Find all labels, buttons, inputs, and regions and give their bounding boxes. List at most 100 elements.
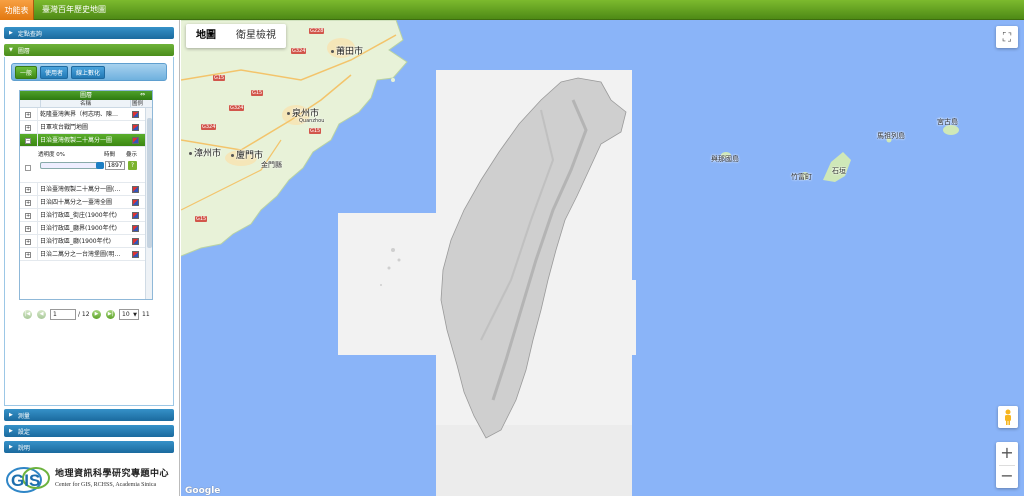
small-island [391,78,395,82]
layer-detail: 透明度 0% 時間 疊示 1897? [20,147,145,183]
map-label-zhangzhou: 漳州市 [189,146,221,159]
zoom-in-button[interactable]: + [996,442,1018,465]
highway-shield: G324 [229,105,245,111]
caret-right-icon: ▶ [9,428,13,434]
expand-icon[interactable]: + [25,226,31,232]
slider-handle[interactable] [96,162,104,169]
map-base [181,20,959,496]
visible-label: 疊示 [126,152,138,158]
caret-right-icon: ▶ [9,30,13,36]
page-size-select[interactable]: 10 ▼ [119,309,139,320]
expand-icon[interactable]: + [25,112,31,118]
collapse-icon[interactable]: − [25,138,31,144]
record-total: 11 [142,311,150,318]
accordion-query-label: 定點查詢 [17,30,42,38]
expand-icon[interactable]: + [25,239,31,245]
small-island [383,57,389,63]
prev-page-icon[interactable]: ◀ [37,310,46,319]
layer-checkbox[interactable] [25,165,31,171]
map-type-roadmap[interactable]: 地圖 [186,24,226,48]
map-type-satellite[interactable]: 衛星檢視 [226,24,286,48]
layer-name: 日治臺灣假製二十萬分一圖(… [37,183,129,196]
map-label-yonaguni: 與那國島 [711,155,739,163]
caret-right-icon: ▶ [9,444,13,450]
help-icon[interactable]: ? [128,161,137,170]
accordion-measure[interactable]: ▶ 測量 [4,409,174,421]
layer-row[interactable]: + 日治四十萬分之一臺灣全圖 [20,196,145,209]
first-page-icon[interactable]: |◀ [23,310,32,319]
legend-icon[interactable] [132,111,139,118]
accordion-settings-label: 設定 [17,428,30,436]
gis-logo-icon: GIS [6,467,50,493]
highway-shield: G15 [195,216,208,222]
map-label-miyako: 宮古島 [937,118,958,126]
pin-icon[interactable]: ⇔ [140,92,148,98]
highway-shield: G15 [213,75,226,81]
accordion-query[interactable]: ▶ 定點查詢 [4,27,174,39]
accordion-settings[interactable]: ▶ 設定 [4,425,174,437]
layer-row[interactable]: + 日治行政區_廳界(1900年代) [20,222,145,235]
tab-user[interactable]: 使用者 [40,66,68,79]
legend-icon[interactable] [132,199,139,206]
layer-row[interactable]: + 日治行政區_街庄(1900年代) [20,209,145,222]
layer-name: 日軍攻台戰鬥地圖 [37,121,129,134]
page-total: / 12 [78,311,90,318]
fullscreen-button[interactable]: ⛶ [996,26,1018,48]
highway-shield: G324 [201,124,217,130]
zoom-out-button[interactable]: − [996,465,1018,488]
last-page-icon[interactable]: ▶| [106,310,115,319]
fullscreen-icon: ⛶ [1002,29,1012,44]
legend-icon[interactable] [132,225,139,232]
layer-name: 日治行政區_廳(1900年代) [37,235,129,248]
layer-grid-title: 圖層 [20,91,152,100]
column-legend[interactable]: 圖例 [130,100,144,108]
column-name[interactable]: 名稱 [40,100,130,108]
expand-icon[interactable]: + [25,200,31,206]
menu-button[interactable]: 功能表 [0,0,34,20]
left-panel: ▶ 定點查詢 ▼ 圖層 一般 使用者 線上數化 圖層 ⇔ 名稱 圖例 + 乾隆臺灣… [0,20,180,496]
expand-icon[interactable]: + [25,213,31,219]
layer-grid-scrollbar[interactable] [145,108,152,299]
map-canvas[interactable]: 莆田市 泉州市 漳州市 廈門市 金門縣 Quanzhou 與那國島 石垣 竹富町… [181,20,1024,496]
tab-general[interactable]: 一般 [15,66,37,79]
layer-row[interactable]: + 乾隆臺灣輿界（柯志明、陳… [20,108,145,121]
map-label-ishigaki: 石垣 [832,167,846,175]
legend-icon[interactable] [132,251,139,258]
logo-name-cn: 地理資訊科學研究專題中心 [55,469,170,479]
year-value: 1897 [105,161,125,170]
opacity-label: 透明度 0% [38,152,65,158]
map-label-taketomi: 竹富町 [791,173,812,181]
legend-icon[interactable] [132,124,139,131]
next-page-icon[interactable]: ▶ [92,310,101,319]
street-view-pegman[interactable] [998,406,1018,428]
pegman-icon [1005,409,1011,425]
accordion-layers[interactable]: ▼ 圖層 [4,44,174,56]
top-bar: 功能表 臺灣百年歷史地圖 [0,0,1024,20]
layer-row[interactable]: + 日治行政區_廳(1900年代) [20,235,145,248]
legend-icon[interactable] [132,212,139,219]
expand-icon[interactable]: + [25,125,31,131]
layer-name: 日治行政區_廳界(1900年代) [37,222,129,235]
map-label-putian: 莆田市 [331,44,363,57]
legend-icon[interactable] [132,186,139,193]
layer-grid-header: 名稱 圖例 [20,100,152,108]
layer-row[interactable]: + 日治二萬分之一台灣堡圖(明… [20,248,145,261]
layer-row[interactable]: − 日治臺灣假製二十萬分一圖 [20,134,145,147]
accordion-help-label: 說明 [17,444,30,452]
layer-row[interactable]: + 日軍攻台戰鬥地圖 [20,121,145,134]
page-input[interactable]: 1 [50,309,76,320]
opacity-slider[interactable] [40,162,104,169]
accordion-help[interactable]: ▶ 說明 [4,441,174,453]
pager: |◀ ◀ 1 / 12 ▶ ▶| 10 ▼ 11 [19,308,169,322]
historical-map-overlay [338,70,636,496]
scrollbar-thumb[interactable] [147,118,152,248]
layer-name: 乾隆臺灣輿界（柯志明、陳… [37,108,129,121]
legend-icon[interactable] [132,238,139,245]
expand-icon[interactable]: + [25,252,31,258]
tab-online-digitize[interactable]: 線上數化 [71,66,105,79]
layer-row[interactable]: + 日治臺灣假製二十萬分一圖(… [20,183,145,196]
highway-shield: G228 [309,28,325,34]
caret-right-icon: ▶ [9,412,13,418]
expand-icon[interactable]: + [25,187,31,193]
legend-icon[interactable] [132,137,139,144]
